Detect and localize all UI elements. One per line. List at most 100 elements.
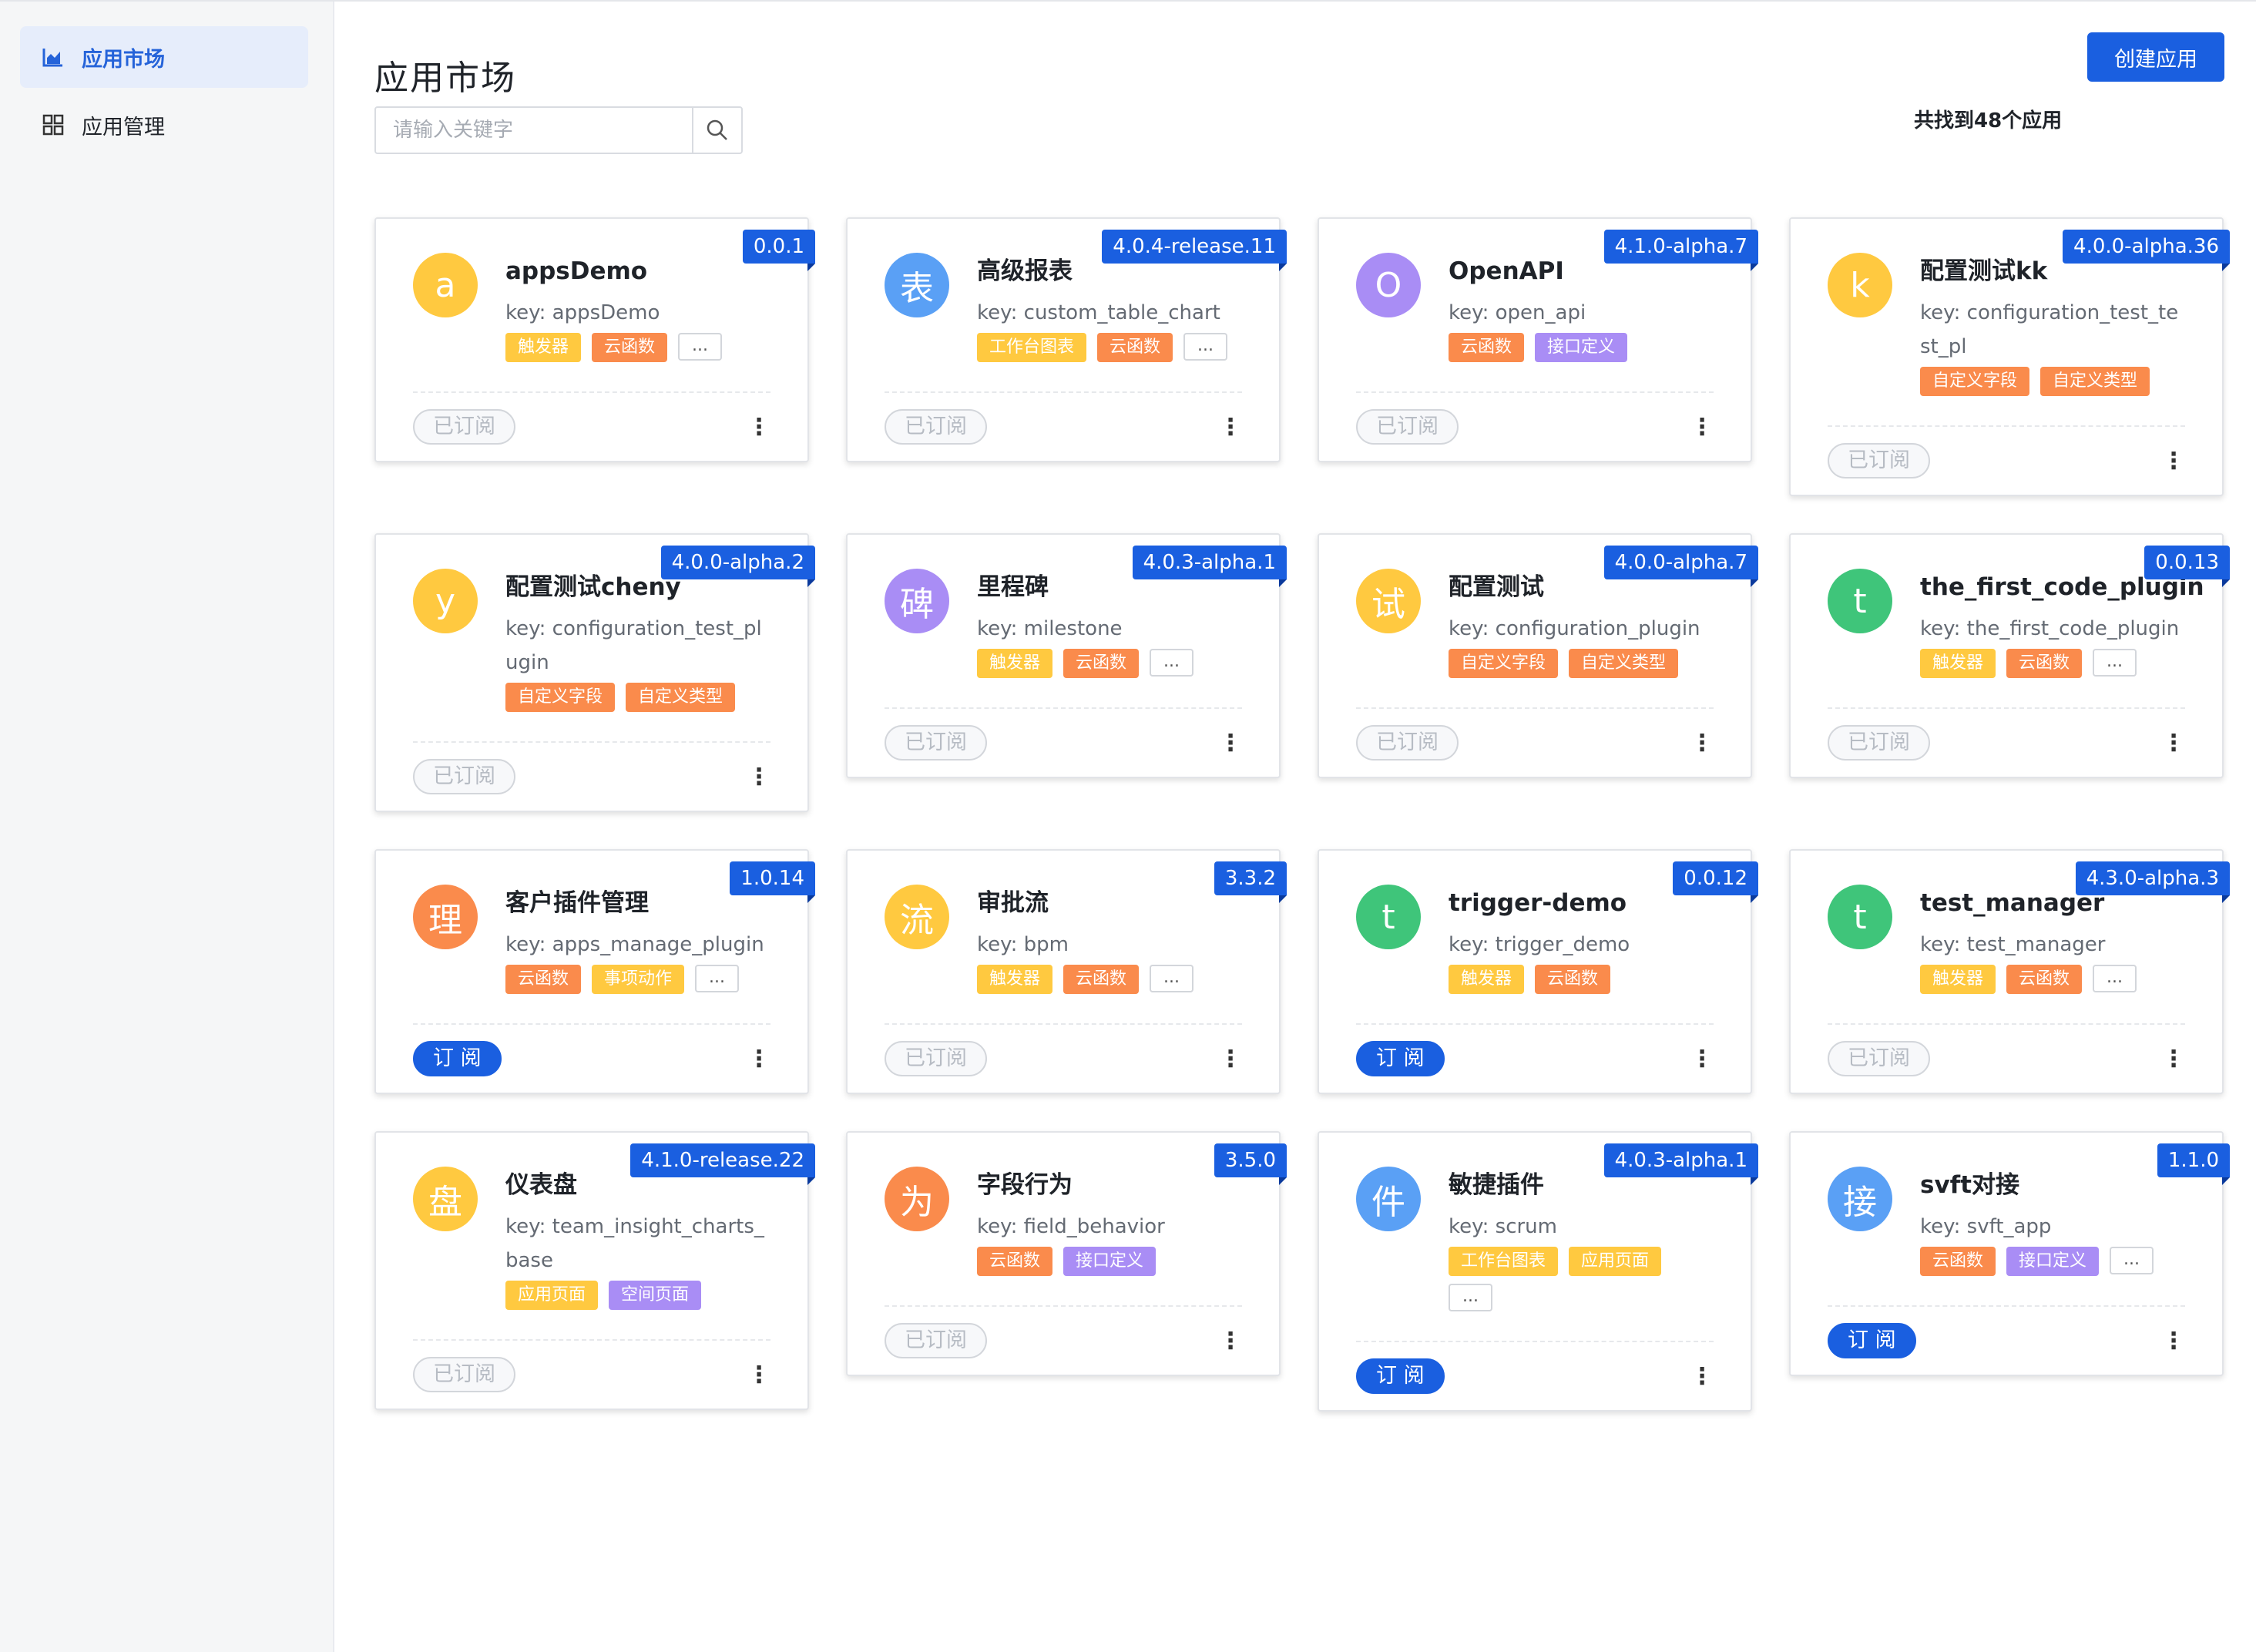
more-options-icon[interactable]: ⋮: [1690, 1043, 1714, 1074]
app-avatar: 为: [885, 1167, 949, 1231]
subscribed-badge: 已订阅: [885, 725, 987, 761]
more-options-icon[interactable]: ⋮: [2162, 1325, 2185, 1356]
app-key: key: the_first_code_plugin: [1920, 617, 2180, 640]
app-name[interactable]: 审批流: [977, 888, 1242, 918]
app-card[interactable]: 4.0.0-alpha.7 试配置测试 key: configuration_plu…: [1318, 533, 1759, 778]
capability-tag: 触发器: [1449, 965, 1525, 994]
search-button[interactable]: [692, 108, 741, 153]
app-key: key: configuration_test_test_pl: [1920, 301, 2179, 358]
app-name[interactable]: appsDemo: [505, 256, 770, 287]
more-tags-button[interactable]: ...: [1183, 333, 1228, 361]
subscribe-button[interactable]: 订 阅: [1828, 1323, 1916, 1358]
tag-list: 云函数 接口定义: [977, 1247, 1242, 1276]
app-card[interactable]: 4.3.0-alpha.3 t test_manager key: test_mana…: [1789, 849, 2231, 1094]
more-tags-button[interactable]: ...: [2093, 965, 2137, 992]
subscribed-badge: 已订阅: [1828, 443, 1930, 478]
more-tags-button[interactable]: ...: [695, 965, 740, 992]
more-options-icon[interactable]: ⋮: [1219, 1325, 1242, 1356]
app-card-grid: 0.0.1 a appsDemo key: appsDemo 触发器 云函数... 已订阅 ⋮…: [374, 217, 2231, 1449]
app-card[interactable]: 1.1.0 接 svft对接 key: svft_app 云函数 接口定义... 订 阅 ⋮: [1789, 1131, 2231, 1376]
more-options-icon[interactable]: ⋮: [1690, 727, 1714, 758]
search-icon: [707, 119, 727, 140]
app-card[interactable]: 0.0.13 t the_first_code_plugin key: the_fir…: [1789, 533, 2230, 778]
more-options-icon[interactable]: ⋮: [747, 1359, 770, 1390]
app-avatar: 流: [885, 885, 949, 949]
version-badge: 4.0.3-alpha.1: [1603, 1143, 1759, 1185]
app-card[interactable]: 4.0.3-alpha.1 件敏捷插件 key: scrum 工作台图表 应用页面...…: [1318, 1131, 1759, 1412]
app-card[interactable]: 1.0.14 理客户插件管理 key: apps_manage_plugin 云函数事…: [374, 849, 815, 1094]
app-avatar: 碑: [885, 569, 949, 633]
capability-tag: 云函数: [592, 333, 668, 362]
app-name[interactable]: svft对接: [1920, 1170, 2185, 1200]
card-row: 4.0.0-alpha.2 y 配置测试cheny key: configuratio…: [374, 533, 2230, 812]
app-card[interactable]: 4.0.0-alpha.36 k 配置测试kk key: configuration_…: [1789, 217, 2230, 496]
tag-list: 触发器 云函数...: [977, 965, 1242, 994]
search-input[interactable]: [376, 108, 692, 153]
more-options-icon[interactable]: ⋮: [1219, 727, 1242, 758]
subscribed-badge: 已订阅: [1356, 409, 1459, 445]
more-options-icon[interactable]: ⋮: [1219, 1043, 1242, 1074]
version-badge: 0.0.1: [742, 230, 816, 271]
app-card[interactable]: 4.1.0-release.22 盘仪表盘 key: team_insight_ch…: [374, 1131, 815, 1410]
more-options-icon[interactable]: ⋮: [747, 1043, 770, 1074]
subscribe-button[interactable]: 订 阅: [1356, 1358, 1445, 1394]
app-avatar: 表: [885, 253, 949, 317]
version-badge: 1.0.14: [730, 861, 815, 903]
app-card[interactable]: 4.0.0-alpha.2 y 配置测试cheny key: configuratio…: [374, 533, 816, 812]
capability-tag: 接口定义: [1063, 1247, 1157, 1276]
app-name[interactable]: 字段行为: [977, 1170, 1242, 1200]
app-card[interactable]: 0.0.1 a appsDemo key: appsDemo 触发器 云函数... 已订阅 ⋮: [374, 217, 816, 462]
version-badge: 0.0.12: [1673, 861, 1758, 903]
more-options-icon[interactable]: ⋮: [1690, 411, 1714, 442]
app-card[interactable]: 4.1.0-alpha.7 O OpenAPI key: open_api 云函数 接口定…: [1318, 217, 1759, 462]
capability-tag: 自定义类型: [2040, 367, 2150, 396]
more-options-icon[interactable]: ⋮: [747, 761, 770, 792]
more-options-icon[interactable]: ⋮: [747, 411, 770, 442]
subscribed-badge: 已订阅: [885, 1323, 987, 1358]
more-tags-button[interactable]: ...: [1449, 1284, 1492, 1311]
more-tags-button[interactable]: ...: [2093, 649, 2137, 677]
tag-list: 工作台图表 应用页面...: [1449, 1247, 1714, 1311]
app-avatar: 盘: [413, 1167, 478, 1231]
tag-list: 工作台图表 云函数...: [977, 333, 1242, 362]
capability-tag: 工作台图表: [977, 333, 1087, 362]
app-card[interactable]: 4.0.4-release.11 表高级报表 key: custom_table_c…: [846, 217, 1287, 462]
more-options-icon[interactable]: ⋮: [1690, 1361, 1714, 1392]
sidebar-item-app-management[interactable]: 应用管理: [20, 94, 308, 156]
subscribe-button[interactable]: 订 阅: [413, 1041, 502, 1076]
capability-tag: 云函数: [505, 965, 582, 994]
sidebar: 应用市场 应用管理: [0, 2, 334, 1652]
subscribed-badge: 已订阅: [885, 1041, 987, 1076]
app-card[interactable]: 3.3.2 流审批流 key: bpm 触发器 云函数... 已订阅 ⋮: [846, 849, 1287, 1094]
more-options-icon[interactable]: ⋮: [2162, 1043, 2185, 1074]
version-badge: 4.0.0-alpha.2: [660, 546, 816, 587]
more-tags-button[interactable]: ...: [1150, 965, 1194, 992]
more-tags-button[interactable]: ...: [678, 333, 723, 361]
capability-tag: 云函数: [1097, 333, 1173, 362]
app-key: key: open_api: [1449, 301, 1586, 324]
more-options-icon[interactable]: ⋮: [2162, 727, 2185, 758]
card-row: 1.0.14 理客户插件管理 key: apps_manage_plugin 云函数事…: [374, 849, 2231, 1094]
app-avatar: 接: [1828, 1167, 1892, 1231]
tag-list: 触发器 云函数...: [1920, 649, 2185, 678]
version-badge: 3.3.2: [1214, 861, 1287, 903]
more-tags-button[interactable]: ...: [1150, 649, 1194, 677]
app-avatar: y: [413, 569, 478, 633]
more-options-icon[interactable]: ⋮: [1219, 411, 1242, 442]
more-tags-button[interactable]: ...: [2110, 1247, 2154, 1274]
create-app-button[interactable]: 创建应用: [2087, 32, 2224, 82]
sidebar-item-app-market[interactable]: 应用市场: [20, 26, 308, 88]
tag-list: 云函数 接口定义: [1449, 333, 1714, 362]
app-card[interactable]: 3.5.0 为字段行为 key: field_behavior 云函数 接口定义 已订阅 ⋮: [846, 1131, 1287, 1376]
subscribe-button[interactable]: 订 阅: [1356, 1041, 1445, 1076]
grid-icon: [40, 112, 66, 138]
app-card[interactable]: 0.0.12 t trigger-demo key: trigger_demo 触发器云…: [1318, 849, 1758, 1094]
more-options-icon[interactable]: ⋮: [2162, 445, 2185, 476]
capability-tag: 工作台图表: [1449, 1247, 1559, 1276]
subscribed-badge: 已订阅: [1356, 725, 1459, 761]
tag-list: 自定义字段 自定义类型: [505, 683, 770, 712]
app-avatar: a: [413, 253, 478, 317]
capability-tag: 自定义字段: [1920, 367, 2030, 396]
sidebar-item-label: 应用市场: [82, 47, 165, 72]
app-card[interactable]: 4.0.3-alpha.1 碑里程碑 key: milestone 触发器 云函数...…: [846, 533, 1287, 778]
